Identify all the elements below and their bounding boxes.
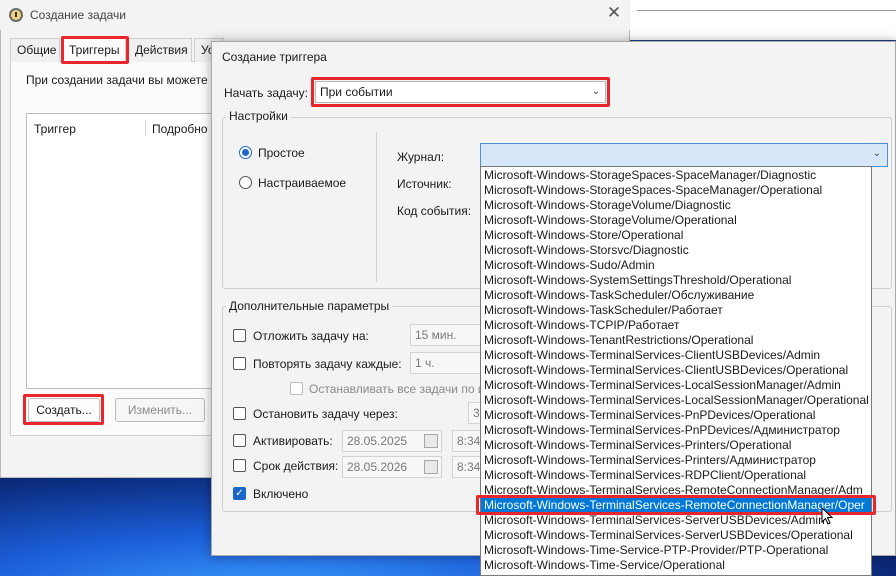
journal-item[interactable]: Microsoft-Windows-TenantRestrictions/Ope… [481,333,871,348]
mouse-cursor-icon [821,507,833,525]
journal-item[interactable]: Microsoft-Windows-TCPIP/Работает [481,318,871,333]
journal-item[interactable]: Microsoft-Windows-TerminalServices-PnPDe… [481,423,871,438]
journal-item[interactable]: Microsoft-Windows-Time-Service/Operation… [481,558,871,573]
journal-item[interactable]: Microsoft-Windows-TerminalServices-Clien… [481,348,871,363]
close-icon[interactable]: ✕ [603,2,625,24]
journal-item[interactable]: Microsoft-Windows-Storsvc/Diagnostic [481,243,871,258]
radio-simple[interactable] [239,146,252,159]
enabled-label[interactable]: Включено [253,487,308,501]
journal-dropdown-list[interactable]: Microsoft-Windows-StorageSpaces-SpaceMan… [480,166,872,576]
journal-select[interactable]: ⌄ [480,143,888,167]
journal-item[interactable]: Microsoft-Windows-Time-Service-PTP-Provi… [481,543,871,558]
stop-all-tasks-label[interactable]: Останавливать все задачи по и [309,382,485,396]
begin-task-label: Начать задачу: [224,86,308,100]
column-header-details[interactable]: Подробно [152,122,208,136]
stop-task-after-label[interactable]: Остановить задачу через: [253,407,398,421]
journal-item[interactable]: Microsoft-Windows-StorageSpaces-SpaceMan… [481,183,871,198]
delay-task-field[interactable]: 15 мин. [410,324,482,346]
journal-label: Журнал: [397,150,445,164]
begin-task-value: При событии [320,85,393,99]
source-label: Источник: [397,177,452,191]
journal-item[interactable]: Microsoft-Windows-StorageSpaces-SpaceMan… [481,168,871,183]
expire-checkbox[interactable] [233,459,246,472]
stop-all-tasks-checkbox[interactable] [290,382,303,395]
journal-item[interactable]: Microsoft-Windows-TaskScheduler/Обслужив… [481,288,871,303]
chevron-down-icon: ⌄ [872,148,881,159]
column-separator [145,120,146,136]
calendar-icon[interactable] [424,460,438,474]
journal-item[interactable]: Microsoft-Windows-TerminalServices-Print… [481,438,871,453]
journal-item[interactable]: Microsoft-Windows-TerminalServices-Remot… [481,483,871,498]
journal-item[interactable]: Microsoft-Windows-TerminalServices-Clien… [481,363,871,378]
journal-item[interactable]: Microsoft-Windows-TerminalServices-Print… [481,453,871,468]
repeat-task-field[interactable]: 1 ч. [410,352,482,374]
journal-item[interactable]: Microsoft-Windows-TerminalServices-Serve… [481,513,871,528]
journal-item[interactable]: Microsoft-Windows-SystemSettingsThreshol… [481,273,871,288]
background-window [628,0,896,40]
journal-item[interactable]: Microsoft-Windows-Sudo/Admin [481,258,871,273]
activate-date-field[interactable]: 28.05.2025 [342,430,442,452]
enabled-checkbox[interactable]: ✓ [233,487,246,500]
expire-time-field[interactable]: 8:34 [452,456,482,478]
column-header-trigger[interactable]: Триггер [34,122,76,136]
edit-trigger-button[interactable]: Изменить... [115,398,205,422]
stop-task-after-checkbox[interactable] [233,407,246,420]
repeat-task-checkbox[interactable] [233,357,246,370]
chevron-down-icon: ⌄ [591,86,600,97]
journal-item[interactable]: Microsoft-Windows-TerminalServices-Serve… [481,528,871,543]
journal-item[interactable]: Microsoft-Windows-Store/Operational [481,228,871,243]
settings-divider [376,132,377,282]
expire-date-value: 28.05.2026 [347,460,408,474]
journal-item[interactable]: Microsoft-Windows-TerminalServices-PnPDe… [481,408,871,423]
tab-actions[interactable]: Действия [128,38,192,62]
create-trigger-button[interactable]: Создать... [28,398,100,422]
journal-item-selected[interactable]: Microsoft-Windows-TerminalServices-Remot… [481,498,871,513]
begin-task-select[interactable]: При событии ⌄ [315,81,606,103]
create-task-window-title: Создание задачи [30,8,126,22]
event-code-label: Код события: [397,204,472,218]
triggers-intro-text: При создании задачи вы можете у [26,73,217,87]
activate-checkbox[interactable] [233,434,246,447]
journal-item[interactable]: Microsoft-Windows-TaskScheduler/Работает [481,303,871,318]
create-trigger-dialog-title: Создание триггера [222,50,327,64]
delay-task-checkbox[interactable] [233,329,246,342]
calendar-icon[interactable] [424,434,438,448]
radio-simple-label[interactable]: Простое [258,146,305,160]
repeat-task-label[interactable]: Повторять задачу каждые: [253,357,402,371]
journal-item[interactable]: Microsoft-Windows-TerminalServices-RDPCl… [481,468,871,483]
radio-custom-label[interactable]: Настраиваемое [258,176,346,190]
tab-general[interactable]: Общие [10,38,60,62]
journal-item[interactable]: Microsoft-Windows-StorageVolume/Operatio… [481,213,871,228]
expire-label[interactable]: Срок действия: [253,459,338,473]
journal-item[interactable]: Microsoft-Windows-TerminalServices-Local… [481,393,871,408]
task-scheduler-clock-icon [9,8,23,22]
advanced-settings-title: Дополнительные параметры [226,299,393,313]
activate-date-value: 28.05.2025 [347,434,408,448]
settings-group-title: Настройки [226,109,291,123]
journal-item[interactable]: Microsoft-Windows-StorageVolume/Diagnost… [481,198,871,213]
activate-time-field[interactable]: 8:34 [452,430,482,452]
activate-label[interactable]: Активировать: [253,434,333,448]
journal-item[interactable]: Microsoft-Windows-TerminalServices-Local… [481,378,871,393]
expire-date-field[interactable]: 28.05.2026 [342,456,442,478]
tab-triggers[interactable]: Триггеры [62,38,126,62]
delay-task-label[interactable]: Отложить задачу на: [253,329,369,343]
triggers-table[interactable]: Триггер Подробно [26,113,226,389]
radio-custom[interactable] [239,176,252,189]
